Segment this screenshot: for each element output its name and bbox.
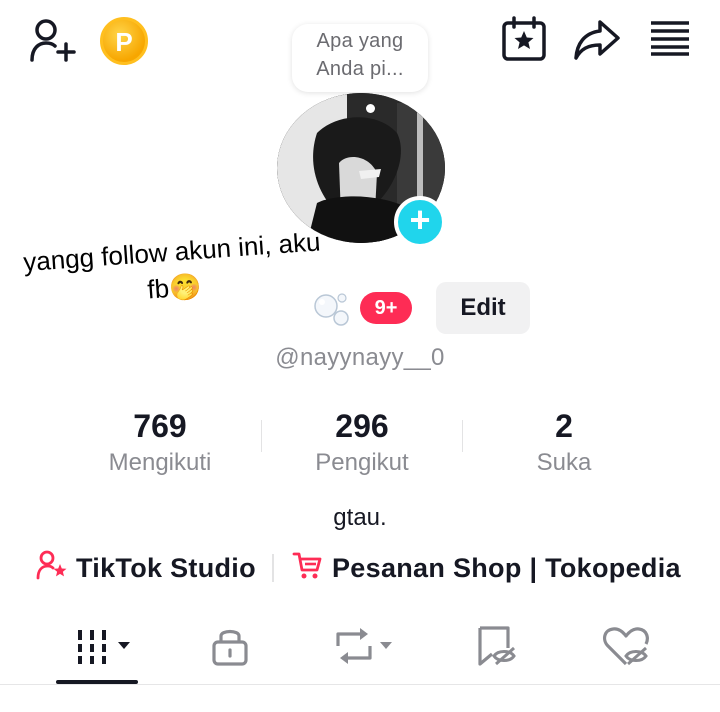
menu-icon[interactable]: [648, 18, 692, 58]
bio: gtau.: [333, 504, 387, 531]
tab-saved-icon[interactable]: [472, 624, 520, 668]
cart-icon: [292, 550, 322, 587]
shop-orders-label: Pesanan Shop | Tokopedia: [332, 552, 681, 583]
tab-repost-icon[interactable]: [332, 624, 396, 668]
note-bubble-tail: [366, 104, 375, 113]
plus-icon: +: [409, 199, 431, 240]
stat-followers[interactable]: 296 Pengikut: [262, 408, 462, 477]
stat-followers-value: 296: [335, 408, 389, 444]
tab-private-lock-icon[interactable]: [208, 624, 252, 668]
overlay-caption: yangg follow akun ini, aku fb🤭: [0, 222, 350, 318]
studio-icon: [36, 550, 68, 587]
calendar-star-icon[interactable]: [500, 16, 550, 62]
add-story-button[interactable]: +: [394, 196, 446, 248]
stat-following-value: 769: [133, 408, 187, 444]
tiktok-studio-label: TikTok Studio: [76, 552, 256, 583]
tab-bar-divider: [0, 684, 720, 685]
tab-liked-icon[interactable]: [600, 624, 652, 668]
shop-orders-link[interactable]: Pesanan Shop | Tokopedia: [292, 550, 681, 586]
bubbles-icon[interactable]: [312, 288, 352, 328]
coin-letter: P: [115, 27, 133, 57]
notification-badge[interactable]: 9+: [360, 292, 412, 324]
add-friend-icon[interactable]: [28, 16, 78, 66]
tab-videos-grid-icon[interactable]: [76, 624, 132, 668]
edit-profile-button[interactable]: Edit: [436, 282, 530, 334]
link-divider: [272, 554, 274, 582]
stat-divider: [462, 420, 463, 452]
coin-icon[interactable]: P: [100, 17, 148, 65]
stat-following[interactable]: 769 Mengikuti: [60, 408, 260, 477]
stat-likes[interactable]: 2 Suka: [464, 408, 664, 477]
note-text-line2: Anda pi...: [316, 58, 404, 80]
note-bubble[interactable]: Apa yang Anda pi...: [292, 24, 428, 92]
username: @nayynayy__0: [275, 344, 445, 371]
stat-likes-value: 2: [555, 408, 573, 444]
note-text-line1: Apa yang: [316, 30, 404, 52]
stat-following-label: Mengikuti: [108, 449, 212, 476]
stat-likes-label: Suka: [536, 449, 592, 476]
stat-followers-label: Pengikut: [315, 449, 409, 476]
share-icon[interactable]: [572, 18, 622, 62]
tiktok-studio-link[interactable]: TikTok Studio: [36, 550, 256, 586]
